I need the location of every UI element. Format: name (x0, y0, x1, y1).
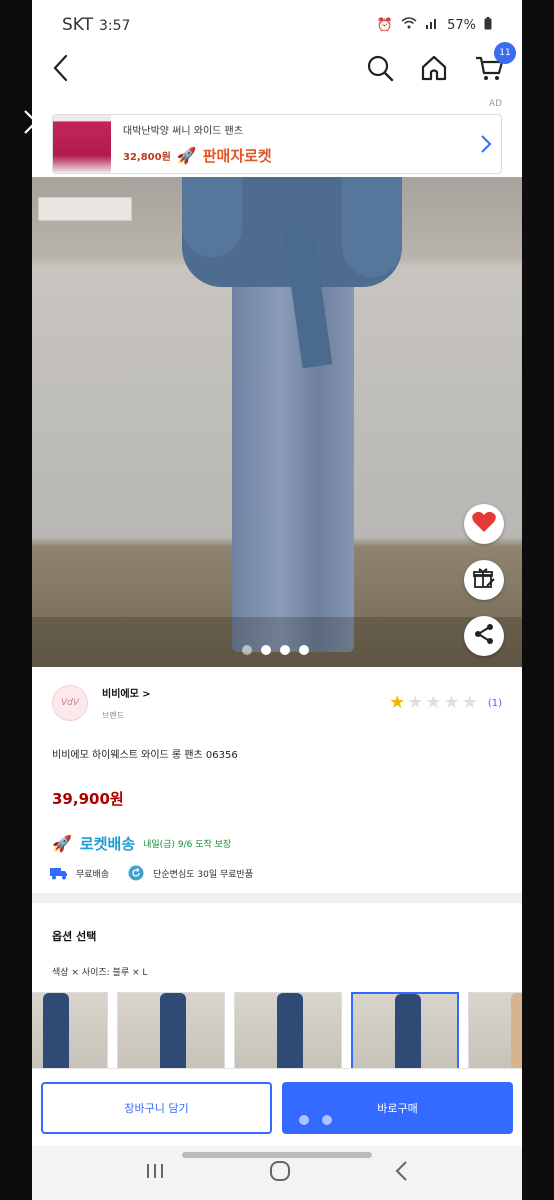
chevron-right-icon (471, 134, 501, 154)
top-nav: 11 (32, 42, 522, 90)
floating-dot (222, 1113, 232, 1123)
heart-icon (471, 510, 497, 538)
status-time: 3:57 (99, 18, 131, 34)
delivery-eta: 내일(금) 9/6 도착 보장 (143, 840, 232, 850)
ad-badge: 판매자로켓 (202, 147, 272, 165)
ad-thumbnail (53, 115, 111, 173)
carousel-dots (242, 645, 309, 655)
ad-label: AD (488, 99, 502, 109)
option-thumb[interactable] (117, 992, 225, 1072)
option-thumb[interactable] (468, 992, 522, 1072)
star-icon: ★ (389, 692, 406, 713)
right-letterbox (522, 0, 554, 1200)
product-price: 39,900원 (52, 790, 124, 808)
home-button-icon[interactable] (269, 1160, 291, 1186)
search-icon[interactable] (366, 54, 394, 86)
battery-percent: 57% (447, 17, 476, 33)
left-letterbox (0, 0, 32, 1200)
star-icon: ★ (461, 692, 478, 713)
star-icon: ★ (425, 692, 442, 713)
buy-now-button[interactable]: 바로구매 (282, 1081, 513, 1134)
carrier-label: SKT (62, 15, 94, 35)
cart-icon[interactable]: 11 (474, 42, 516, 86)
product-photo[interactable] (32, 177, 522, 667)
jacket-sleeve-right (342, 177, 402, 277)
section-divider (32, 893, 522, 903)
floating-dot (299, 1115, 309, 1125)
pants-figure (232, 267, 354, 652)
gift-button[interactable] (464, 560, 504, 600)
star-icon: ★ (443, 692, 460, 713)
brand-name[interactable]: 비비에모 > (102, 685, 151, 700)
rating[interactable]: ★ ★ ★ ★ ★ (1) (389, 694, 502, 712)
rocket-label: 로켓배송 (79, 835, 136, 853)
star-icon: ★ (407, 692, 424, 713)
review-count[interactable]: (1) (488, 698, 502, 709)
free-shipping-label: 무료배송 (76, 869, 110, 880)
rocket-icon: 🚀 (52, 834, 72, 853)
carousel-dot[interactable] (280, 645, 290, 655)
return-icon (127, 865, 145, 881)
photo-actions (464, 504, 504, 656)
close-icon[interactable] (22, 108, 50, 140)
app-screen: SKT 3:57 ⏰ 57% 11 AD 대박난박양 써니 와이드 팬츠 32,… (32, 0, 522, 1200)
brand-sub: 브랜드 (102, 711, 125, 720)
wifi-icon (401, 17, 417, 33)
option-thumb-selected[interactable] (351, 992, 459, 1072)
rocket-icon: 🚀 (176, 146, 197, 165)
home-icon[interactable] (420, 54, 448, 86)
brand-logo[interactable]: VdV (52, 685, 88, 721)
gift-icon (472, 566, 496, 594)
return-policy-label: 단순변심도 30일 무료반품 (153, 869, 254, 880)
option-thumb[interactable] (32, 992, 108, 1072)
option-thumb[interactable] (234, 992, 342, 1072)
wall-shelf (38, 197, 132, 221)
option-thumbnails (32, 992, 522, 1072)
signal-icon (425, 17, 439, 33)
delivery-perks: 무료배송 단순변심도 30일 무료반품 (32, 865, 522, 881)
add-to-cart-button[interactable]: 장바구니 담기 (41, 1081, 272, 1134)
product-title: 비비에모 하이웨스트 와이드 롱 팬츠 06356 (52, 750, 238, 761)
status-bar: SKT 3:57 ⏰ 57% (32, 0, 522, 50)
ad-title: 대박난박양 써니 와이드 팬츠 (123, 126, 243, 137)
truck-icon (50, 866, 68, 880)
back-nav-icon[interactable] (394, 1160, 410, 1186)
share-icon (472, 622, 496, 650)
battery-icon (484, 16, 492, 34)
recents-icon[interactable] (144, 1162, 166, 1184)
wishlist-button[interactable] (464, 504, 504, 544)
carousel-dot[interactable] (261, 645, 271, 655)
option-desc: 색상 × 사이즈: 블루 × L (52, 968, 148, 978)
home-indicator (182, 1152, 372, 1158)
ad-price: 32,800원 (123, 152, 171, 163)
jacket-sleeve-left (182, 177, 242, 257)
alarm-icon: ⏰ (376, 17, 394, 33)
option-title: 옵션 선택 (52, 930, 97, 943)
brand-row: VdV 비비에모 > 브랜드 ★ ★ ★ ★ ★ (1) (32, 668, 522, 738)
share-button[interactable] (464, 616, 504, 656)
carousel-dot[interactable] (299, 645, 309, 655)
floating-dot (322, 1115, 332, 1125)
back-icon[interactable] (50, 54, 72, 86)
ad-banner[interactable]: 대박난박양 써니 와이드 팬츠 32,800원 🚀 판매자로켓 (52, 114, 502, 174)
carousel-dot[interactable] (242, 645, 252, 655)
product-info: VdV 비비에모 > 브랜드 ★ ★ ★ ★ ★ (1) 비비에모 하이웨스트 … (32, 668, 522, 881)
rocket-delivery-row: 🚀 로켓배송 내일(금) 9/6 도착 보장 (32, 833, 522, 854)
purchase-bar: 장바구니 담기 바로구매 (32, 1068, 522, 1146)
floor-shadow (32, 617, 522, 667)
cart-badge: 11 (494, 42, 516, 64)
